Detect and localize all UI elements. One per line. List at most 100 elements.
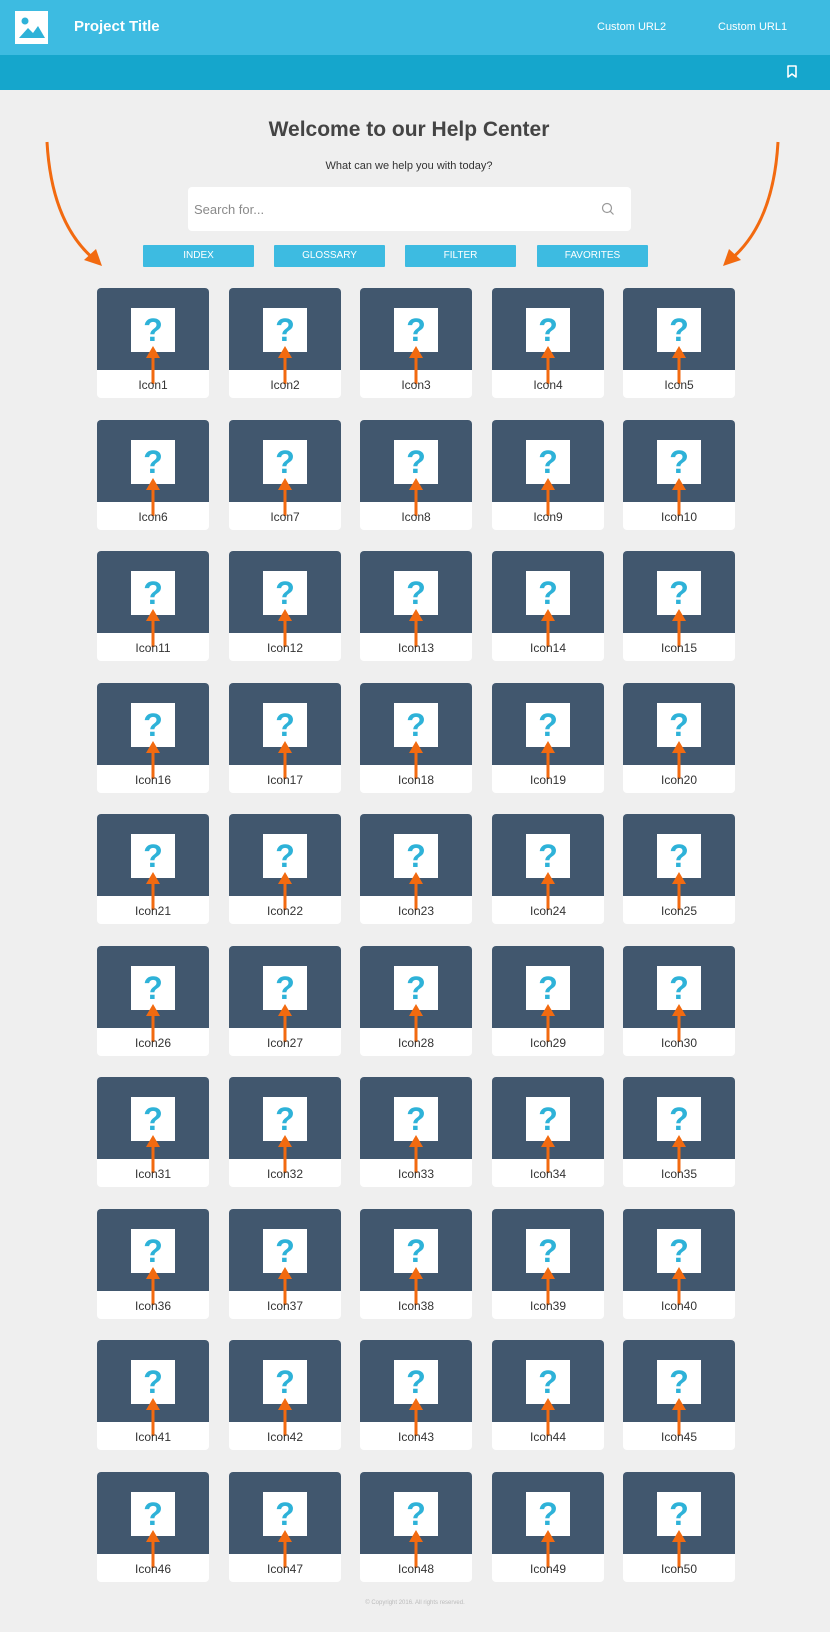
icon-card[interactable]: ? Icon48 bbox=[360, 1472, 472, 1582]
question-mark-icon: ? bbox=[406, 707, 426, 743]
icon-card[interactable]: ? Icon23 bbox=[360, 814, 472, 924]
icon-card[interactable]: ? Icon22 bbox=[229, 814, 341, 924]
icon-card[interactable]: ? Icon14 bbox=[492, 551, 604, 661]
icon-card[interactable]: ? Icon38 bbox=[360, 1209, 472, 1319]
search-input[interactable] bbox=[194, 193, 574, 225]
bookmark-icon[interactable] bbox=[785, 64, 799, 80]
icon-card[interactable]: ? Icon34 bbox=[492, 1077, 604, 1187]
card-label: Icon30 bbox=[660, 1036, 698, 1050]
question-mark-icon: ? bbox=[406, 970, 426, 1006]
question-mark-icon: ? bbox=[275, 838, 295, 874]
question-mark-icon: ? bbox=[406, 1496, 426, 1532]
icon-card[interactable]: ? Icon2 bbox=[229, 288, 341, 398]
icon-card[interactable]: ? Icon36 bbox=[97, 1209, 209, 1319]
card-label: Icon13 bbox=[397, 641, 435, 655]
icon-card[interactable]: ? Icon19 bbox=[492, 683, 604, 793]
icon-card[interactable]: ? Icon1 bbox=[97, 288, 209, 398]
card-label: Icon33 bbox=[397, 1167, 435, 1181]
icon-card[interactable]: ? Icon47 bbox=[229, 1472, 341, 1582]
icon-card[interactable]: ? Icon46 bbox=[97, 1472, 209, 1582]
top-bar: Project Title Custom URL2 Custom URL1 bbox=[0, 0, 830, 55]
icon-card[interactable]: ? Icon20 bbox=[623, 683, 735, 793]
question-mark-icon: ? bbox=[275, 312, 295, 348]
icon-card[interactable]: ? Icon32 bbox=[229, 1077, 341, 1187]
icon-card[interactable]: ? Icon9 bbox=[492, 420, 604, 530]
icon-card[interactable]: ? Icon39 bbox=[492, 1209, 604, 1319]
favorites-button[interactable]: FAVORITES bbox=[537, 245, 648, 267]
search-box bbox=[188, 187, 631, 231]
icon-card[interactable]: ? Icon4 bbox=[492, 288, 604, 398]
icon-card[interactable]: ? Icon44 bbox=[492, 1340, 604, 1450]
annotation-arrow-left-icon bbox=[45, 141, 102, 266]
card-label: Icon28 bbox=[397, 1036, 435, 1050]
question-mark-icon: ? bbox=[143, 1364, 163, 1400]
icon-card[interactable]: ? Icon17 bbox=[229, 683, 341, 793]
card-label: Icon47 bbox=[266, 1562, 304, 1576]
question-mark-icon: ? bbox=[669, 575, 689, 611]
icon-card[interactable]: ? Icon37 bbox=[229, 1209, 341, 1319]
icon-card[interactable]: ? Icon41 bbox=[97, 1340, 209, 1450]
icon-card[interactable]: ? Icon13 bbox=[360, 551, 472, 661]
icon-card[interactable]: ? Icon40 bbox=[623, 1209, 735, 1319]
question-mark-icon: ? bbox=[275, 970, 295, 1006]
card-label: Icon15 bbox=[660, 641, 698, 655]
icon-card[interactable]: ? Icon26 bbox=[97, 946, 209, 1056]
icon-card[interactable]: ? Icon45 bbox=[623, 1340, 735, 1450]
icon-card[interactable]: ? Icon3 bbox=[360, 288, 472, 398]
question-mark-icon: ? bbox=[538, 1101, 558, 1137]
card-label: Icon10 bbox=[660, 510, 698, 524]
copyright-text: © Copyright 2016. All rights reserved. bbox=[365, 1600, 465, 1606]
icon-card[interactable]: ? Icon31 bbox=[97, 1077, 209, 1187]
project-title[interactable]: Project Title bbox=[74, 18, 160, 35]
card-label: Icon26 bbox=[134, 1036, 172, 1050]
icon-card[interactable]: ? Icon15 bbox=[623, 551, 735, 661]
icon-card[interactable]: ? Icon16 bbox=[97, 683, 209, 793]
icon-card[interactable]: ? Icon25 bbox=[623, 814, 735, 924]
card-label: Icon12 bbox=[266, 641, 304, 655]
icon-card[interactable]: ? Icon29 bbox=[492, 946, 604, 1056]
card-label: Icon31 bbox=[134, 1167, 172, 1181]
icon-card[interactable]: ? Icon10 bbox=[623, 420, 735, 530]
nav-link-custom-url1[interactable]: Custom URL1 bbox=[718, 21, 787, 33]
card-label: Icon50 bbox=[660, 1562, 698, 1576]
question-mark-icon: ? bbox=[275, 1101, 295, 1137]
card-label: Icon20 bbox=[660, 773, 698, 787]
icon-card[interactable]: ? Icon42 bbox=[229, 1340, 341, 1450]
icon-card[interactable]: ? Icon21 bbox=[97, 814, 209, 924]
icon-card[interactable]: ? Icon18 bbox=[360, 683, 472, 793]
search-icon[interactable] bbox=[601, 202, 615, 216]
question-mark-icon: ? bbox=[669, 1233, 689, 1269]
icon-card[interactable]: ? Icon30 bbox=[623, 946, 735, 1056]
icon-card[interactable]: ? Icon24 bbox=[492, 814, 604, 924]
icon-card[interactable]: ? Icon28 bbox=[360, 946, 472, 1056]
icon-card[interactable]: ? Icon11 bbox=[97, 551, 209, 661]
question-mark-icon: ? bbox=[669, 970, 689, 1006]
question-mark-icon: ? bbox=[143, 575, 163, 611]
question-mark-icon: ? bbox=[538, 1233, 558, 1269]
icon-card[interactable]: ? Icon8 bbox=[360, 420, 472, 530]
card-label: Icon3 bbox=[401, 378, 431, 392]
icon-card[interactable]: ? Icon33 bbox=[360, 1077, 472, 1187]
card-label: Icon19 bbox=[529, 773, 567, 787]
card-label: Icon6 bbox=[138, 510, 168, 524]
icon-card[interactable]: ? Icon6 bbox=[97, 420, 209, 530]
icon-card[interactable]: ? Icon35 bbox=[623, 1077, 735, 1187]
icon-card[interactable]: ? Icon27 bbox=[229, 946, 341, 1056]
card-label: Icon40 bbox=[660, 1299, 698, 1313]
logo-image-icon[interactable] bbox=[15, 11, 48, 44]
nav-link-custom-url2[interactable]: Custom URL2 bbox=[597, 21, 666, 33]
glossary-button[interactable]: GLOSSARY bbox=[274, 245, 385, 267]
question-mark-icon: ? bbox=[669, 1496, 689, 1532]
icon-card[interactable]: ? Icon12 bbox=[229, 551, 341, 661]
icon-card[interactable]: ? Icon49 bbox=[492, 1472, 604, 1582]
question-mark-icon: ? bbox=[275, 1496, 295, 1532]
card-label: Icon36 bbox=[134, 1299, 172, 1313]
filter-button[interactable]: FILTER bbox=[405, 245, 516, 267]
annotation-arrow-right-icon bbox=[723, 141, 780, 266]
icon-card[interactable]: ? Icon50 bbox=[623, 1472, 735, 1582]
card-label: Icon8 bbox=[401, 510, 431, 524]
icon-card[interactable]: ? Icon7 bbox=[229, 420, 341, 530]
index-button[interactable]: INDEX bbox=[143, 245, 254, 267]
icon-card[interactable]: ? Icon43 bbox=[360, 1340, 472, 1450]
icon-card[interactable]: ? Icon5 bbox=[623, 288, 735, 398]
